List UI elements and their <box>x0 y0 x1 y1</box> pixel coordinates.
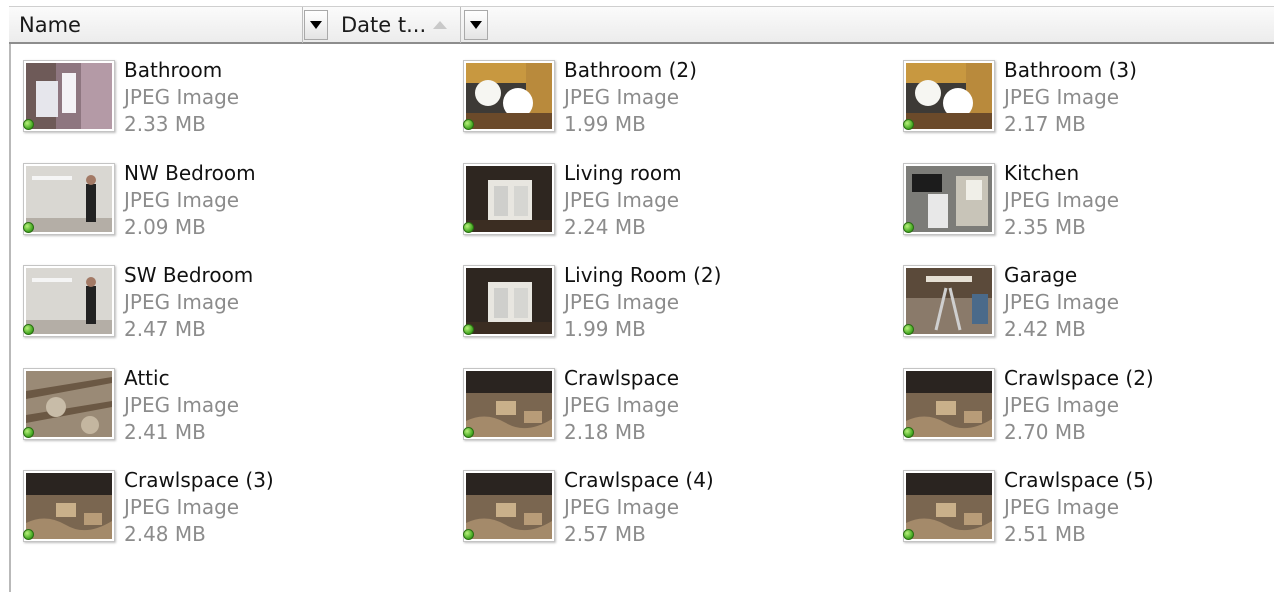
thumbnail <box>903 368 995 440</box>
file-item[interactable]: Crawlspace (5) JPEG Image 2.51 MB <box>890 467 1274 557</box>
status-dot-icon <box>463 119 474 130</box>
file-item[interactable]: Crawlspace (2) JPEG Image 2.70 MB <box>890 365 1274 455</box>
file-name: Crawlspace <box>564 366 680 390</box>
file-name: NW Bedroom <box>124 161 256 185</box>
file-type: JPEG Image <box>124 85 240 109</box>
file-size: 1.99 MB <box>564 317 646 341</box>
file-type: JPEG Image <box>564 290 680 314</box>
status-dot-icon <box>23 324 34 335</box>
file-type: JPEG Image <box>1004 495 1120 519</box>
file-type: JPEG Image <box>124 188 240 212</box>
file-size: 2.33 MB <box>124 112 206 136</box>
file-type: JPEG Image <box>564 85 680 109</box>
file-name: Crawlspace (4) <box>564 468 714 492</box>
file-type: JPEG Image <box>1004 85 1120 109</box>
file-name: Bathroom <box>124 58 223 82</box>
status-dot-icon <box>903 324 914 335</box>
file-name: Living Room (2) <box>564 263 722 287</box>
thumbnail <box>903 470 995 542</box>
file-size: 2.35 MB <box>1004 215 1086 239</box>
file-item[interactable]: Living Room (2) JPEG Image 1.99 MB <box>450 262 870 352</box>
file-size: 2.42 MB <box>1004 317 1086 341</box>
file-name: SW Bedroom <box>124 263 254 287</box>
file-size: 2.41 MB <box>124 420 206 444</box>
file-type: JPEG Image <box>564 393 680 417</box>
file-size: 2.51 MB <box>1004 522 1086 546</box>
thumbnail <box>23 368 115 440</box>
file-size: 2.18 MB <box>564 420 646 444</box>
thumbnail <box>23 265 115 337</box>
file-type: JPEG Image <box>124 495 240 519</box>
status-dot-icon <box>23 222 34 233</box>
thumbnail <box>23 470 115 542</box>
status-dot-icon <box>903 427 914 438</box>
file-size: 2.70 MB <box>1004 420 1086 444</box>
file-item[interactable]: Living room JPEG Image 2.24 MB <box>450 160 870 250</box>
file-item[interactable]: Bathroom JPEG Image 2.33 MB <box>10 57 430 147</box>
file-type: JPEG Image <box>124 290 240 314</box>
status-dot-icon <box>903 222 914 233</box>
status-dot-icon <box>903 119 914 130</box>
file-type: JPEG Image <box>564 188 680 212</box>
file-size: 2.47 MB <box>124 317 206 341</box>
file-name: Crawlspace (3) <box>124 468 274 492</box>
file-item[interactable]: Crawlspace JPEG Image 2.18 MB <box>450 365 870 455</box>
file-type: JPEG Image <box>1004 393 1120 417</box>
file-item[interactable]: NW Bedroom JPEG Image 2.09 MB <box>10 160 430 250</box>
file-item[interactable]: Garage JPEG Image 2.42 MB <box>890 262 1274 352</box>
status-dot-icon <box>903 529 914 540</box>
file-name: Attic <box>124 366 170 390</box>
file-name: Living room <box>564 161 682 185</box>
file-type: JPEG Image <box>1004 188 1120 212</box>
file-size: 2.57 MB <box>564 522 646 546</box>
thumbnail <box>463 163 555 235</box>
file-name: Crawlspace (2) <box>1004 366 1154 390</box>
file-type: JPEG Image <box>1004 290 1120 314</box>
thumbnail <box>23 60 115 132</box>
file-name: Bathroom (2) <box>564 58 697 82</box>
file-size: 1.99 MB <box>564 112 646 136</box>
status-dot-icon <box>463 324 474 335</box>
file-size: 2.24 MB <box>564 215 646 239</box>
thumbnail <box>23 163 115 235</box>
thumbnail <box>903 265 995 337</box>
file-item[interactable]: Bathroom (2) JPEG Image 1.99 MB <box>450 57 870 147</box>
file-size: 2.48 MB <box>124 522 206 546</box>
file-name: Bathroom (3) <box>1004 58 1137 82</box>
file-item[interactable]: Crawlspace (4) JPEG Image 2.57 MB <box>450 467 870 557</box>
status-dot-icon <box>463 222 474 233</box>
file-name: Crawlspace (5) <box>1004 468 1154 492</box>
thumbnail <box>463 368 555 440</box>
file-name: Garage <box>1004 263 1078 287</box>
thumbnail <box>463 265 555 337</box>
status-dot-icon <box>463 529 474 540</box>
status-dot-icon <box>23 427 34 438</box>
status-dot-icon <box>23 119 34 130</box>
thumbnail <box>463 470 555 542</box>
file-item[interactable]: Crawlspace (3) JPEG Image 2.48 MB <box>10 467 430 557</box>
file-item[interactable]: Bathroom (3) JPEG Image 2.17 MB <box>890 57 1274 147</box>
file-item[interactable]: Attic JPEG Image 2.41 MB <box>10 365 430 455</box>
file-name: Kitchen <box>1004 161 1080 185</box>
thumbnail <box>463 60 555 132</box>
file-list: Bathroom JPEG Image 2.33 MB Bathroom (2) JPE… <box>0 0 1274 592</box>
thumbnail <box>903 163 995 235</box>
file-size: 2.09 MB <box>124 215 206 239</box>
status-dot-icon <box>463 427 474 438</box>
file-size: 2.17 MB <box>1004 112 1086 136</box>
status-dot-icon <box>23 529 34 540</box>
thumbnail <box>903 60 995 132</box>
file-item[interactable]: SW Bedroom JPEG Image 2.47 MB <box>10 262 430 352</box>
file-item[interactable]: Kitchen JPEG Image 2.35 MB <box>890 160 1274 250</box>
file-type: JPEG Image <box>124 393 240 417</box>
file-type: JPEG Image <box>564 495 680 519</box>
